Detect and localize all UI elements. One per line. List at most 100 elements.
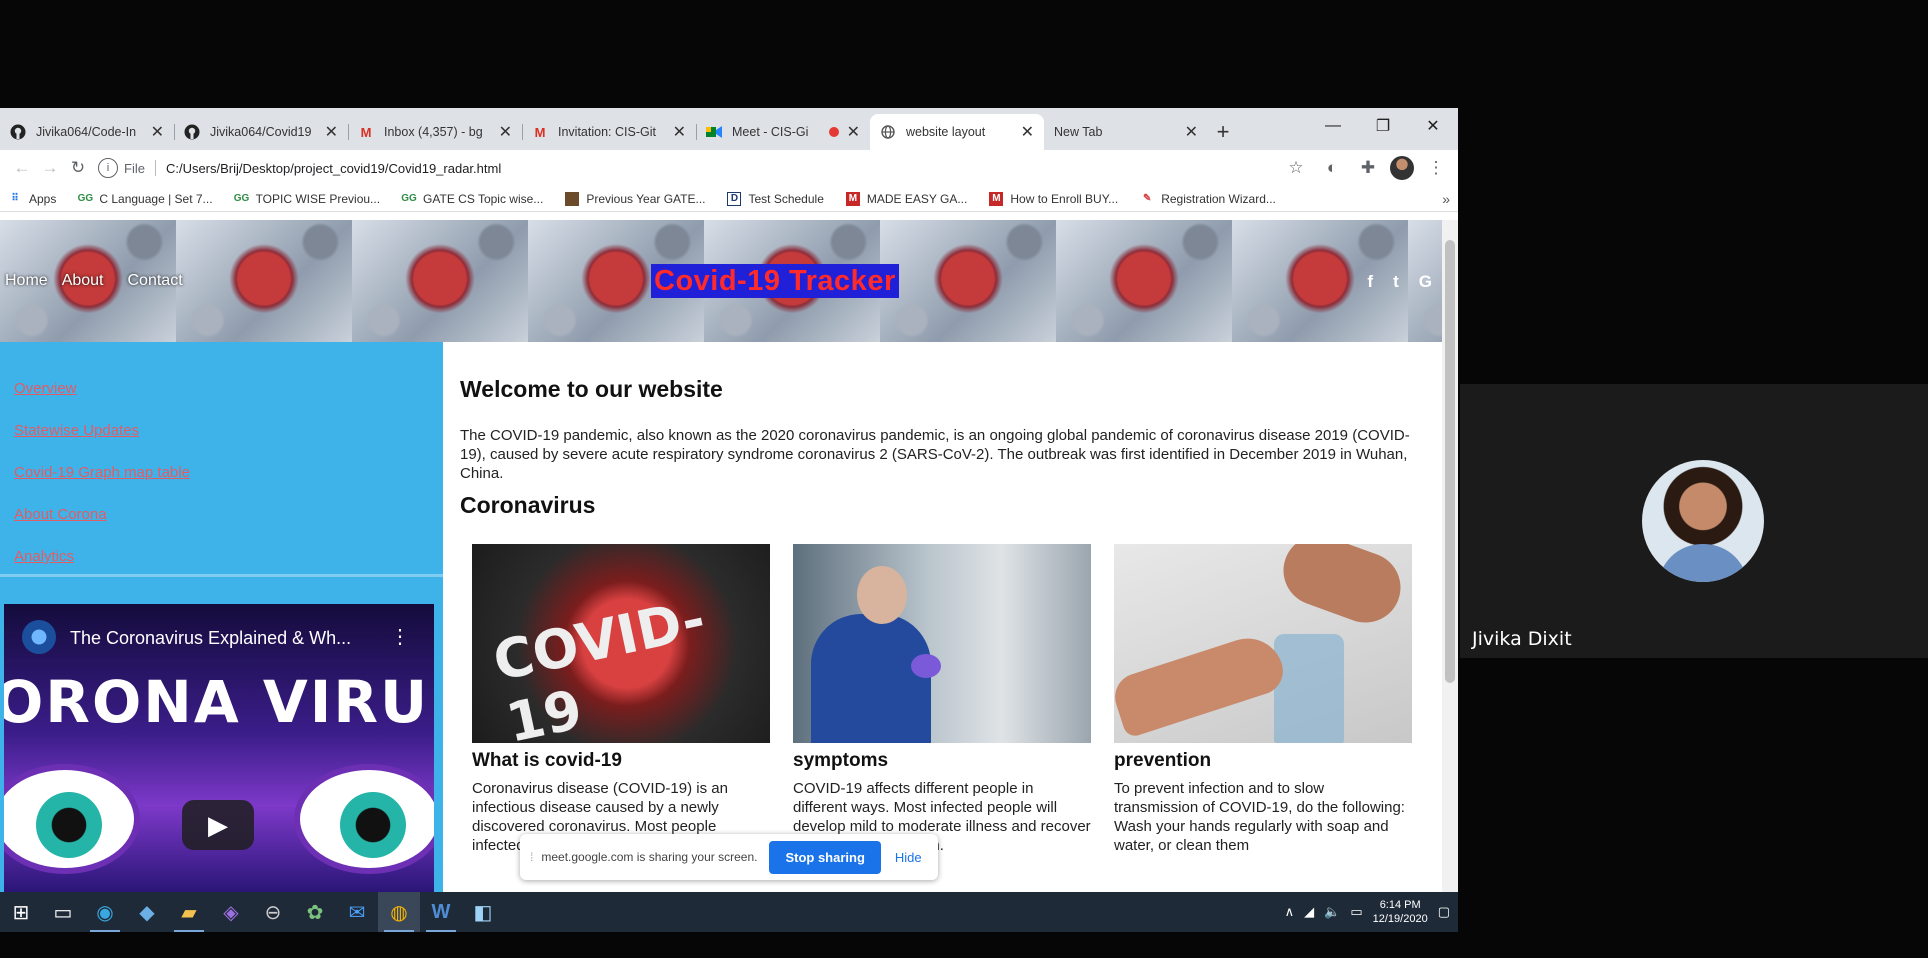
bookmark-item[interactable]: D Test Schedule: [727, 191, 824, 206]
page-scrollbar[interactable]: [1442, 220, 1458, 892]
nav-about[interactable]: About: [62, 272, 104, 290]
chevron-up-icon[interactable]: ∧: [1285, 904, 1295, 920]
bookmark-item[interactable]: M How to Enroll BUY...: [989, 191, 1118, 206]
covid-image: COVID-19: [472, 544, 770, 743]
kebab-menu-icon[interactable]: ⋮: [390, 624, 410, 649]
edge-icon[interactable]: ◉: [84, 892, 126, 932]
tab-label: Invitation: CIS-Git: [558, 125, 656, 139]
play-icon[interactable]: ▶: [182, 800, 254, 850]
hide-button[interactable]: Hide: [895, 850, 922, 865]
clock-date: 12/19/2020: [1372, 913, 1428, 925]
eye-graphic: [4, 764, 140, 874]
close-icon[interactable]: ✕: [499, 122, 512, 142]
card-prevention: prevention To prevent infection and to s…: [1114, 544, 1412, 855]
tab-new-tab[interactable]: New Tab ✕: [1044, 114, 1208, 150]
restore-button[interactable]: ❐: [1360, 112, 1406, 140]
close-icon[interactable]: ✕: [1185, 122, 1198, 142]
chevron-double-right-icon[interactable]: »: [1442, 191, 1450, 207]
chrome-icon[interactable]: ◍: [378, 892, 420, 932]
channel-logo[interactable]: [22, 620, 56, 654]
app-icon[interactable]: ⊖: [252, 892, 294, 932]
app-icon[interactable]: ✿: [294, 892, 336, 932]
embedded-video[interactable]: The Coronavirus Explained & Wh... ⋮ ORON…: [4, 604, 434, 892]
close-icon[interactable]: ✕: [151, 122, 164, 142]
stop-sharing-button[interactable]: Stop sharing: [769, 840, 881, 874]
battery-icon[interactable]: ▭: [1350, 904, 1362, 920]
word-icon[interactable]: W: [420, 892, 462, 932]
close-icon[interactable]: ✕: [1021, 122, 1034, 142]
tab-github-code-in[interactable]: Jivika064/Code-In ✕: [0, 114, 174, 150]
close-icon[interactable]: ✕: [325, 122, 338, 142]
app-icon[interactable]: ◆: [126, 892, 168, 932]
apps-grid-icon: ⠿: [11, 193, 19, 204]
image-text: COVID-19: [487, 587, 711, 743]
bookmark-item[interactable]: GG GATE CS Topic wise...: [401, 192, 543, 206]
kebab-menu-icon[interactable]: ⋮: [1422, 154, 1450, 182]
bookmark-label: MADE EASY GA...: [866, 191, 968, 206]
tab-website-layout[interactable]: website layout ✕: [870, 114, 1044, 150]
sidebar-item-statewise[interactable]: Statewise Updates: [14, 422, 139, 439]
bookmark-item[interactable]: Previous Year GATE...: [565, 191, 705, 206]
address-bar[interactable]: i File C:/Users/Brij/Desktop/project_cov…: [98, 154, 1310, 182]
browser-toolbar: ← → ↻ i File C:/Users/Brij/Desktop/proje…: [0, 150, 1458, 186]
tab-meet[interactable]: Meet - CIS-Gi ✕: [696, 114, 870, 150]
info-icon[interactable]: i: [98, 158, 118, 178]
file-explorer-icon[interactable]: ▰: [168, 892, 210, 932]
gmail-icon: M: [534, 124, 546, 140]
back-button[interactable]: ←: [8, 154, 36, 182]
notification-icon[interactable]: ▢: [1438, 904, 1450, 920]
tab-github-covid19[interactable]: Jivika064/Covid19 ✕: [174, 114, 348, 150]
bookmark-item[interactable]: ✎ Registration Wizard...: [1140, 192, 1276, 206]
sidebar: Overview Statewise Updates Covid-19 Grap…: [0, 342, 443, 892]
madeeasy-icon: M: [845, 191, 860, 206]
web-page: Home About Contact Covid-19 Tracker f t …: [0, 220, 1442, 892]
twitter-icon[interactable]: t: [1393, 272, 1399, 292]
sidebar-item-graph[interactable]: Covid-19 Graph map table: [14, 464, 190, 481]
close-icon[interactable]: ✕: [673, 122, 686, 142]
sidebar-item-overview[interactable]: Overview: [14, 380, 77, 397]
google-icon[interactable]: G: [1419, 272, 1432, 292]
volume-muted-icon[interactable]: 🔈: [1324, 904, 1340, 920]
puzzle-icon[interactable]: ✚: [1354, 154, 1382, 182]
new-tab-button[interactable]: +: [1208, 114, 1238, 150]
minimize-button[interactable]: —: [1310, 112, 1356, 140]
tab-label: Jivika064/Covid19: [210, 125, 312, 139]
visual-studio-icon[interactable]: ◈: [210, 892, 252, 932]
video-title[interactable]: The Coronavirus Explained & Wh...: [70, 628, 351, 649]
bookmark-item[interactable]: M MADE EASY GA...: [845, 191, 968, 206]
sidebar-item-analytics[interactable]: Analytics: [14, 548, 74, 565]
windows-start-icon[interactable]: ⊞: [0, 892, 42, 932]
tab-gmail-inbox[interactable]: M Inbox (4,357) - bg ✕: [348, 114, 522, 150]
tab-gmail-invitation[interactable]: M Invitation: CIS-Git ✕: [522, 114, 696, 150]
forward-button[interactable]: →: [36, 154, 64, 182]
sidebar-item-about-corona[interactable]: About Corona: [14, 506, 107, 523]
bookmark-apps[interactable]: ⠿ Apps: [8, 192, 56, 206]
meet-participant-tile[interactable]: Jivika Dixit: [1460, 384, 1928, 658]
bookmark-item[interactable]: GG C Language | Set 7...: [78, 192, 213, 206]
drag-handle-icon[interactable]: ⁞: [530, 850, 533, 864]
url-text[interactable]: C:/Users/Brij/Desktop/project_covid19/Co…: [166, 161, 1282, 176]
tab-strip: Jivika064/Code-In ✕ Jivika064/Covid19 ✕ …: [0, 108, 1458, 150]
network-icon[interactable]: ◢: [1304, 904, 1314, 920]
nav-home[interactable]: Home: [5, 272, 48, 290]
scrollbar-thumb[interactable]: [1445, 240, 1455, 683]
close-icon[interactable]: ✕: [847, 122, 860, 142]
nav-contact[interactable]: Contact: [128, 272, 183, 290]
close-window-button[interactable]: ✕: [1410, 112, 1456, 140]
bookmark-item[interactable]: GG TOPIC WISE Previou...: [234, 192, 380, 206]
clock[interactable]: 6:14 PM 12/19/2020: [1373, 898, 1428, 926]
gmail-icon: M: [360, 124, 372, 140]
mail-icon[interactable]: ✉: [336, 892, 378, 932]
screen: Jivika Dixit Jivika064/Code-In ✕ Jivika0…: [0, 0, 1928, 958]
card-what-is-covid: COVID-19 What is covid-19 Coronavirus di…: [472, 544, 770, 855]
recording-icon: [828, 127, 839, 137]
card-title: symptoms: [793, 750, 889, 771]
reload-button[interactable]: ↻: [64, 154, 92, 182]
extension-circle-icon[interactable]: ◐: [1318, 154, 1346, 182]
profile-avatar[interactable]: [1390, 156, 1414, 180]
app-icon[interactable]: ◧: [462, 892, 504, 932]
task-view-icon[interactable]: ▭: [42, 892, 84, 932]
star-icon[interactable]: ☆: [1282, 154, 1310, 182]
facebook-icon[interactable]: f: [1367, 272, 1373, 292]
separator: [154, 160, 156, 176]
